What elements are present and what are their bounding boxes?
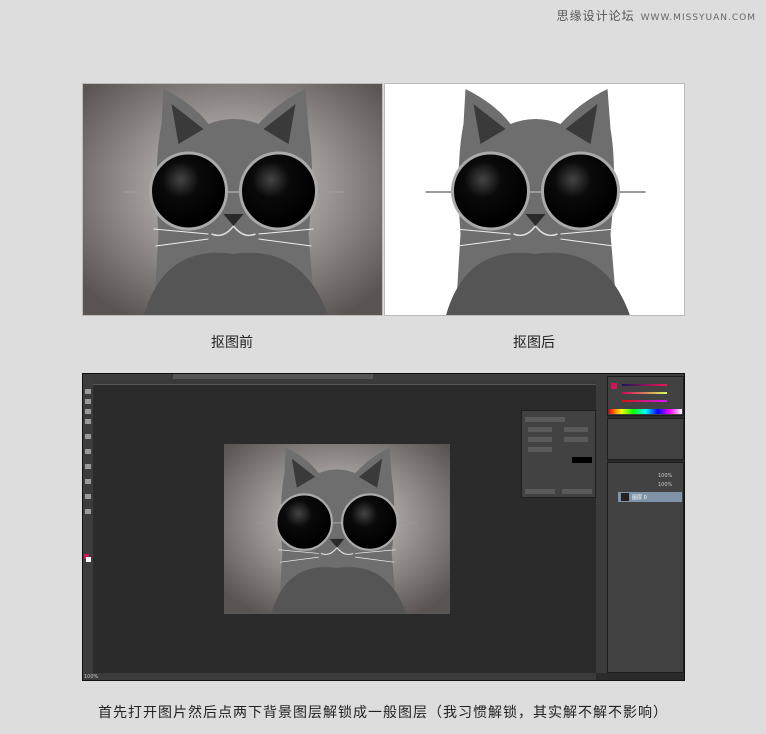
marquee-tool-icon[interactable] — [85, 399, 91, 404]
antialias-select[interactable] — [562, 489, 592, 494]
crop-tool-icon[interactable] — [85, 419, 91, 424]
caption: 首先打开图片然后点两下背景图层解锁成一般图层（我习惯解锁，其实解不解不影响） — [98, 705, 668, 721]
tracking-field[interactable] — [564, 437, 588, 442]
background-color-swatch[interactable] — [86, 557, 91, 562]
language-select[interactable] — [525, 489, 555, 494]
lasso-tool-icon[interactable] — [85, 409, 91, 414]
pen-tool-icon[interactable] — [85, 464, 91, 469]
leading-field[interactable] — [564, 427, 588, 432]
zoom-tool-icon[interactable] — [85, 509, 91, 514]
layer-thumbnail — [621, 493, 629, 501]
watermark-site-name: 思缘设计论坛 — [556, 9, 635, 23]
zoom-level[interactable]: 100% — [84, 674, 98, 680]
green-slider[interactable] — [622, 392, 667, 394]
scale-field[interactable] — [528, 447, 552, 452]
before-label: 抠图前 — [211, 335, 253, 351]
toolbar — [83, 379, 93, 673]
layer-name: 图层 0 — [632, 495, 647, 501]
photoshop-window: 100% 100% 图层 0 100% — [82, 373, 685, 681]
status-bar: 100% — [83, 673, 596, 680]
blue-slider[interactable] — [622, 400, 667, 402]
photo-after — [384, 83, 685, 316]
adjustments-panel — [607, 418, 684, 460]
panel-dock-strip — [596, 374, 607, 673]
layer-row[interactable]: 图层 0 — [618, 492, 682, 502]
text-color-swatch[interactable] — [572, 457, 592, 463]
color-swatch[interactable] — [611, 383, 617, 389]
document-canvas[interactable] — [224, 444, 450, 614]
after-label: 抠图后 — [513, 335, 555, 351]
move-tool-icon[interactable] — [85, 389, 91, 394]
fill-value[interactable]: 100% — [658, 482, 672, 488]
watermark-url: WWW.MISSYUAN.COM — [640, 13, 756, 23]
color-spectrum[interactable] — [609, 409, 682, 414]
character-panel — [521, 410, 596, 498]
color-panel — [607, 376, 684, 416]
brush-tool-icon[interactable] — [85, 434, 91, 439]
opacity-value[interactable]: 100% — [658, 473, 672, 479]
layers-panel: 100% 100% 图层 0 — [607, 462, 684, 673]
eraser-tool-icon[interactable] — [85, 449, 91, 454]
hand-tool-icon[interactable] — [85, 494, 91, 499]
font-size-field[interactable] — [528, 427, 552, 432]
horizontal-ruler — [93, 379, 596, 385]
photo-before — [82, 83, 383, 316]
watermark: 思缘设计论坛 WWW.MISSYUAN.COM — [557, 7, 756, 24]
red-slider[interactable] — [622, 384, 667, 386]
kerning-field[interactable] — [528, 437, 552, 442]
type-tool-icon[interactable] — [85, 479, 91, 484]
font-family-select[interactable] — [525, 417, 565, 422]
